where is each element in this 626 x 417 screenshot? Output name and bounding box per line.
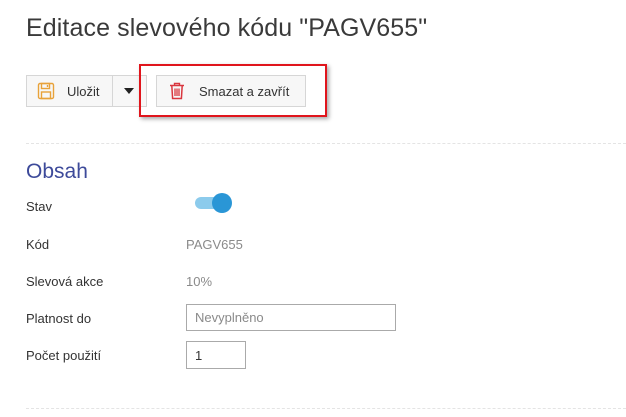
pocet-pouziti-label: Počet použití bbox=[26, 348, 102, 363]
stav-toggle[interactable] bbox=[195, 193, 232, 213]
caret-down-icon bbox=[124, 88, 135, 94]
pocet-pouziti-input[interactable] bbox=[186, 341, 246, 369]
slevova-akce-label: Slevová akce bbox=[26, 274, 104, 289]
save-button[interactable]: Uložit bbox=[26, 75, 113, 107]
platnost-do-input[interactable] bbox=[186, 304, 396, 331]
slevova-akce-value: 10% bbox=[186, 274, 213, 289]
bottom-divider bbox=[26, 408, 626, 409]
top-divider bbox=[26, 143, 626, 144]
delete-and-close-button[interactable]: Smazat a zavřít bbox=[156, 75, 306, 107]
kod-label: Kód bbox=[26, 237, 50, 252]
save-button-label: Uložit bbox=[67, 83, 100, 99]
page-title: Editace slevového kódu "PAGV655" bbox=[26, 14, 428, 42]
section-title: Obsah bbox=[26, 160, 88, 183]
toggle-knob bbox=[212, 193, 232, 213]
kod-value: PAGV655 bbox=[186, 237, 243, 252]
platnost-do-label: Platnost do bbox=[26, 311, 92, 326]
save-dropdown-toggle[interactable] bbox=[112, 75, 147, 107]
toolbar: Uložit bbox=[26, 75, 147, 107]
floppy-disk-icon bbox=[37, 82, 55, 100]
trash-icon bbox=[169, 82, 185, 100]
stav-label: Stav bbox=[26, 199, 53, 214]
delete-button-label: Smazat a zavřít bbox=[199, 83, 290, 99]
